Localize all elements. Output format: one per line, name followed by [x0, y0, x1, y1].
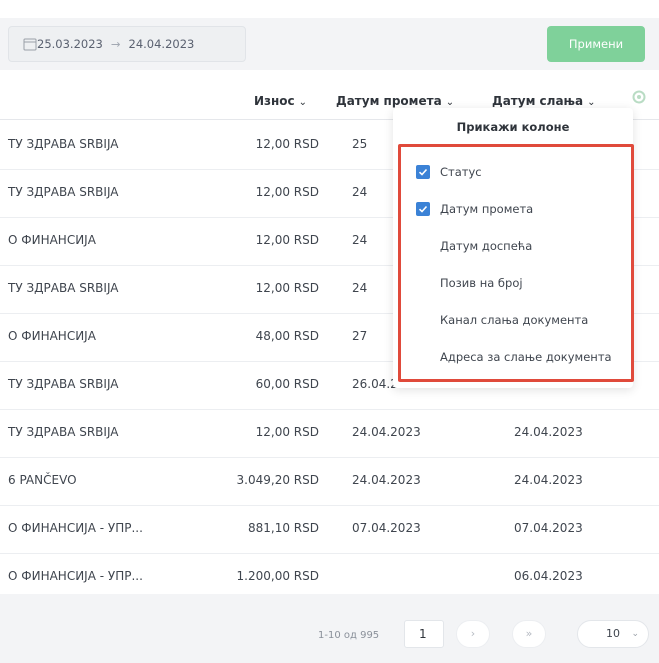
amount-value: 12,00 RSD — [255, 185, 319, 199]
settings-gear-icon[interactable] — [630, 88, 648, 106]
per-page-select[interactable]: 10 ⌄ — [577, 620, 649, 648]
column-header-amount[interactable]: Износ ⌄ — [254, 94, 307, 108]
column-option[interactable]: Позив на број — [416, 273, 523, 293]
send-date-value: 24.04.2023 — [514, 473, 583, 487]
amount-value: 12,00 RSD — [255, 425, 319, 439]
column-option-label: Датум доспећа — [440, 239, 533, 253]
chevron-down-icon: ⌄ — [298, 97, 308, 108]
table-row[interactable]: О ФИНАНСИЈА - УПР... 881,10 RSD 07.04.2023… — [0, 506, 659, 554]
date-from: 25.03.2023 — [37, 37, 103, 51]
recipient-name: ТУ ЗДРАВА SRBIJA — [8, 137, 119, 151]
amount-value: 48,00 RSD — [255, 329, 319, 343]
send-date-value: 24.04.2023 — [514, 425, 583, 439]
recipient-name: ТУ ЗДРАВА SRBIJA — [8, 281, 119, 295]
recipient-name: ТУ ЗДРАВА SRBIJA — [8, 425, 119, 439]
chevron-down-icon: ⌄ — [587, 97, 596, 108]
filter-bar: 25.03.2023 → 24.04.2023 Примени — [0, 18, 659, 70]
per-page-value: 10 — [606, 627, 620, 640]
column-header-send-date-label: Датум слања — [492, 94, 584, 108]
turnover-date-value: 24 — [352, 281, 368, 295]
column-option[interactable]: Канал слања документа — [416, 310, 588, 330]
page-number-input[interactable] — [404, 620, 444, 648]
amount-value: 3.049,20 RSD — [236, 473, 319, 487]
checkbox-unchecked-icon[interactable] — [416, 350, 430, 364]
checkbox-unchecked-icon[interactable] — [416, 313, 430, 327]
column-header-amount-label: Износ — [254, 94, 295, 108]
chevron-down-icon: ⌄ — [631, 629, 639, 639]
checkbox-checked-icon[interactable] — [416, 165, 430, 179]
recipient-name: О ФИНАНСИЈА - УПР... — [8, 569, 143, 583]
column-option-label: Позив на број — [440, 276, 523, 290]
column-option[interactable]: Статус — [416, 162, 482, 182]
amount-value: 1.200,00 RSD — [236, 569, 319, 583]
date-range-arrow: → — [110, 37, 121, 51]
table-row[interactable]: 6 PANČEVO 3.049,20 RSD 24.04.2023 24.04.202… — [0, 458, 659, 506]
recipient-name: ТУ ЗДРАВА SRBIJA — [8, 185, 119, 199]
date-to: 24.04.2023 — [128, 37, 195, 51]
send-date-value: 06.04.2023 — [514, 569, 583, 583]
column-header-turnover-date[interactable]: Датум промета ⌄ — [336, 94, 454, 108]
column-option[interactable]: Датум промета — [416, 199, 533, 219]
recipient-name: О ФИНАНСИЈА - УПР... — [8, 521, 143, 535]
chevron-down-icon: ⌄ — [445, 97, 455, 108]
last-page-button[interactable]: » — [512, 620, 546, 648]
apply-button[interactable]: Примени — [547, 26, 645, 62]
turnover-date-value: 24.04.2023 — [352, 473, 421, 487]
checkbox-unchecked-icon[interactable] — [416, 239, 430, 253]
column-option-label: Адреса за слање документа — [440, 350, 612, 364]
recipient-name: 6 PANČEVO — [8, 473, 77, 487]
amount-value: 881,10 RSD — [248, 521, 319, 535]
column-option-label: Датум промета — [440, 202, 534, 216]
column-option-label: Канал слања документа — [440, 313, 589, 327]
recipient-name: О ФИНАНСИЈА — [8, 233, 96, 247]
turnover-date-value: 25 — [352, 137, 368, 151]
amount-value: 60,00 RSD — [255, 377, 319, 391]
turnover-date-value: 24 — [352, 185, 368, 199]
column-picker-title: Прикажи колоне — [456, 120, 570, 134]
column-option[interactable]: Датум доспећа — [416, 236, 532, 256]
pagination-info: 1-10 од 995 — [318, 630, 380, 641]
turnover-date-value: 24 — [352, 233, 368, 247]
column-header-turnover-date-label: Датум промета — [336, 94, 442, 108]
column-header-send-date[interactable]: Датум слања ⌄ — [492, 94, 596, 108]
amount-value: 12,00 RSD — [255, 137, 319, 151]
recipient-name: О ФИНАНСИЈА — [8, 329, 96, 343]
table-row[interactable]: ТУ ЗДРАВА SRBIJA 12,00 RSD 24.04.2023 24.04… — [0, 410, 659, 458]
column-option-label: Статус — [440, 165, 482, 179]
checkbox-unchecked-icon[interactable] — [416, 276, 430, 290]
turnover-date-value: 07.04.2023 — [352, 521, 421, 535]
amount-value: 12,00 RSD — [255, 281, 319, 295]
recipient-name: ТУ ЗДРАВА SRBIJA — [8, 377, 119, 391]
turnover-date-value: 24.04.2023 — [352, 425, 421, 439]
send-date-value: 07.04.2023 — [514, 521, 583, 535]
turnover-date-value: 27 — [352, 329, 368, 343]
checkbox-checked-icon[interactable] — [416, 202, 430, 216]
next-page-button[interactable]: › — [456, 620, 490, 648]
date-range-picker[interactable]: 25.03.2023 → 24.04.2023 — [8, 26, 246, 62]
calendar-icon — [23, 38, 37, 51]
pagination-bar: 1-10 од 995 › » 10 ⌄ — [0, 594, 659, 663]
column-option[interactable]: Адреса за слање документа — [416, 347, 612, 367]
amount-value: 12,00 RSD — [255, 233, 319, 247]
